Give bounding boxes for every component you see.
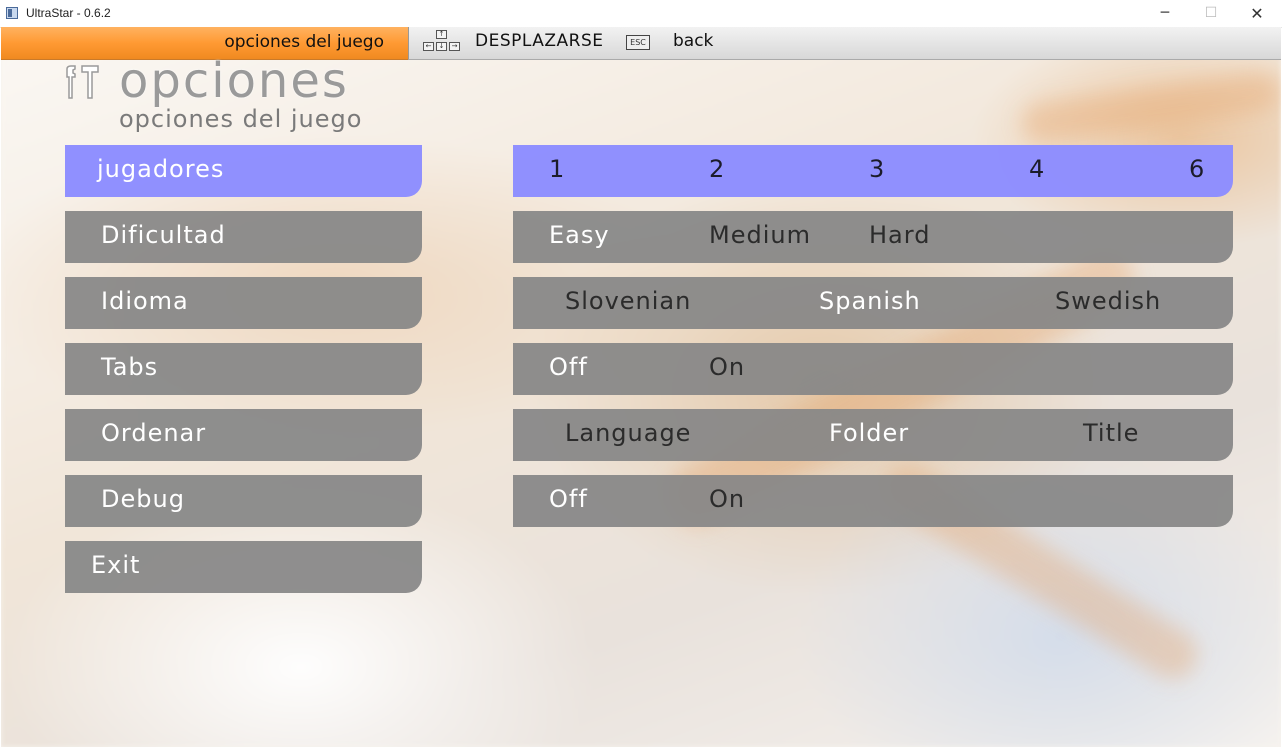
arrow-right-key-icon: → xyxy=(449,42,460,51)
option-value[interactable]: 4 xyxy=(1029,155,1045,183)
option-value[interactable]: Off xyxy=(549,353,588,381)
game-screen: opciones del juego ↑ ← ↓ → DESPLAZARSE E… xyxy=(1,27,1281,747)
option-value[interactable]: Slovenian xyxy=(565,287,691,315)
menu-label: Dificultad xyxy=(101,221,226,249)
arrow-down-key-icon: ↓ xyxy=(436,42,447,51)
menu-debug-button[interactable]: Debug xyxy=(65,475,422,527)
header-hint-bar: ↑ ← ↓ → DESPLAZARSE ESC back xyxy=(408,27,1281,60)
close-button[interactable]: ✕ xyxy=(1234,0,1280,27)
tabs-selector[interactable]: Off On xyxy=(513,343,1233,395)
difficulty-selector[interactable]: Easy Medium Hard xyxy=(513,211,1233,263)
menu-label: Debug xyxy=(101,485,185,513)
option-value[interactable]: 6 xyxy=(1189,155,1205,183)
option-value[interactable]: On xyxy=(709,485,745,513)
arrow-left-key-icon: ← xyxy=(423,42,434,51)
esc-key-icon: ESC xyxy=(626,35,650,50)
option-value[interactable]: Title xyxy=(1083,419,1139,447)
menu-jugadores-button[interactable]: jugadores xyxy=(65,145,422,197)
window-titlebar: UltraStar - 0.6.2 ─ ☐ ✕ xyxy=(0,0,1282,28)
tools-icon xyxy=(66,65,99,99)
menu-label: Idioma xyxy=(101,287,189,315)
debug-selector[interactable]: Off On xyxy=(513,475,1233,527)
menu-dificultad-button[interactable]: Dificultad xyxy=(65,211,422,263)
menu-idioma-button[interactable]: Idioma xyxy=(65,277,422,329)
menu-label: Exit xyxy=(91,551,141,579)
option-value[interactable]: 2 xyxy=(709,155,725,183)
app-icon xyxy=(6,7,18,19)
back-hint[interactable]: back xyxy=(673,31,713,51)
option-value[interactable]: 1 xyxy=(549,155,565,183)
header-section-label: opciones del juego xyxy=(224,32,384,52)
navigate-hint: DESPLAZARSE xyxy=(475,31,604,51)
language-selector[interactable]: Slovenian Spanish Swedish xyxy=(513,277,1233,329)
option-value[interactable]: Easy xyxy=(549,221,610,249)
menu-ordenar-button[interactable]: Ordenar xyxy=(65,409,422,461)
option-value[interactable]: Language xyxy=(565,419,691,447)
window-title: UltraStar - 0.6.2 xyxy=(26,6,111,20)
menu-label: Ordenar xyxy=(101,419,207,447)
sort-selector[interactable]: Language Folder Title xyxy=(513,409,1233,461)
option-value[interactable]: Hard xyxy=(869,221,930,249)
menu-tabs-button[interactable]: Tabs xyxy=(65,343,422,395)
players-selector[interactable]: 1 2 3 4 6 xyxy=(513,145,1233,197)
option-value[interactable]: Medium xyxy=(709,221,811,249)
minimize-button[interactable]: ─ xyxy=(1142,0,1188,27)
arrow-keys-icon: ↑ ← ↓ → xyxy=(419,30,465,56)
option-value[interactable]: 3 xyxy=(869,155,885,183)
maximize-button[interactable]: ☐ xyxy=(1188,0,1234,27)
menu-label: jugadores xyxy=(97,155,225,183)
page-subtitle: opciones del juego xyxy=(119,105,363,133)
menu-label: Tabs xyxy=(101,353,159,381)
option-value[interactable]: Folder xyxy=(829,419,909,447)
option-value[interactable]: Swedish xyxy=(1055,287,1161,315)
arrow-up-key-icon: ↑ xyxy=(436,30,447,39)
exit-button[interactable]: Exit xyxy=(65,541,422,593)
page-title: opciones xyxy=(119,53,349,109)
option-value[interactable]: Off xyxy=(549,485,588,513)
option-value[interactable]: On xyxy=(709,353,745,381)
option-value[interactable]: Spanish xyxy=(819,287,921,315)
